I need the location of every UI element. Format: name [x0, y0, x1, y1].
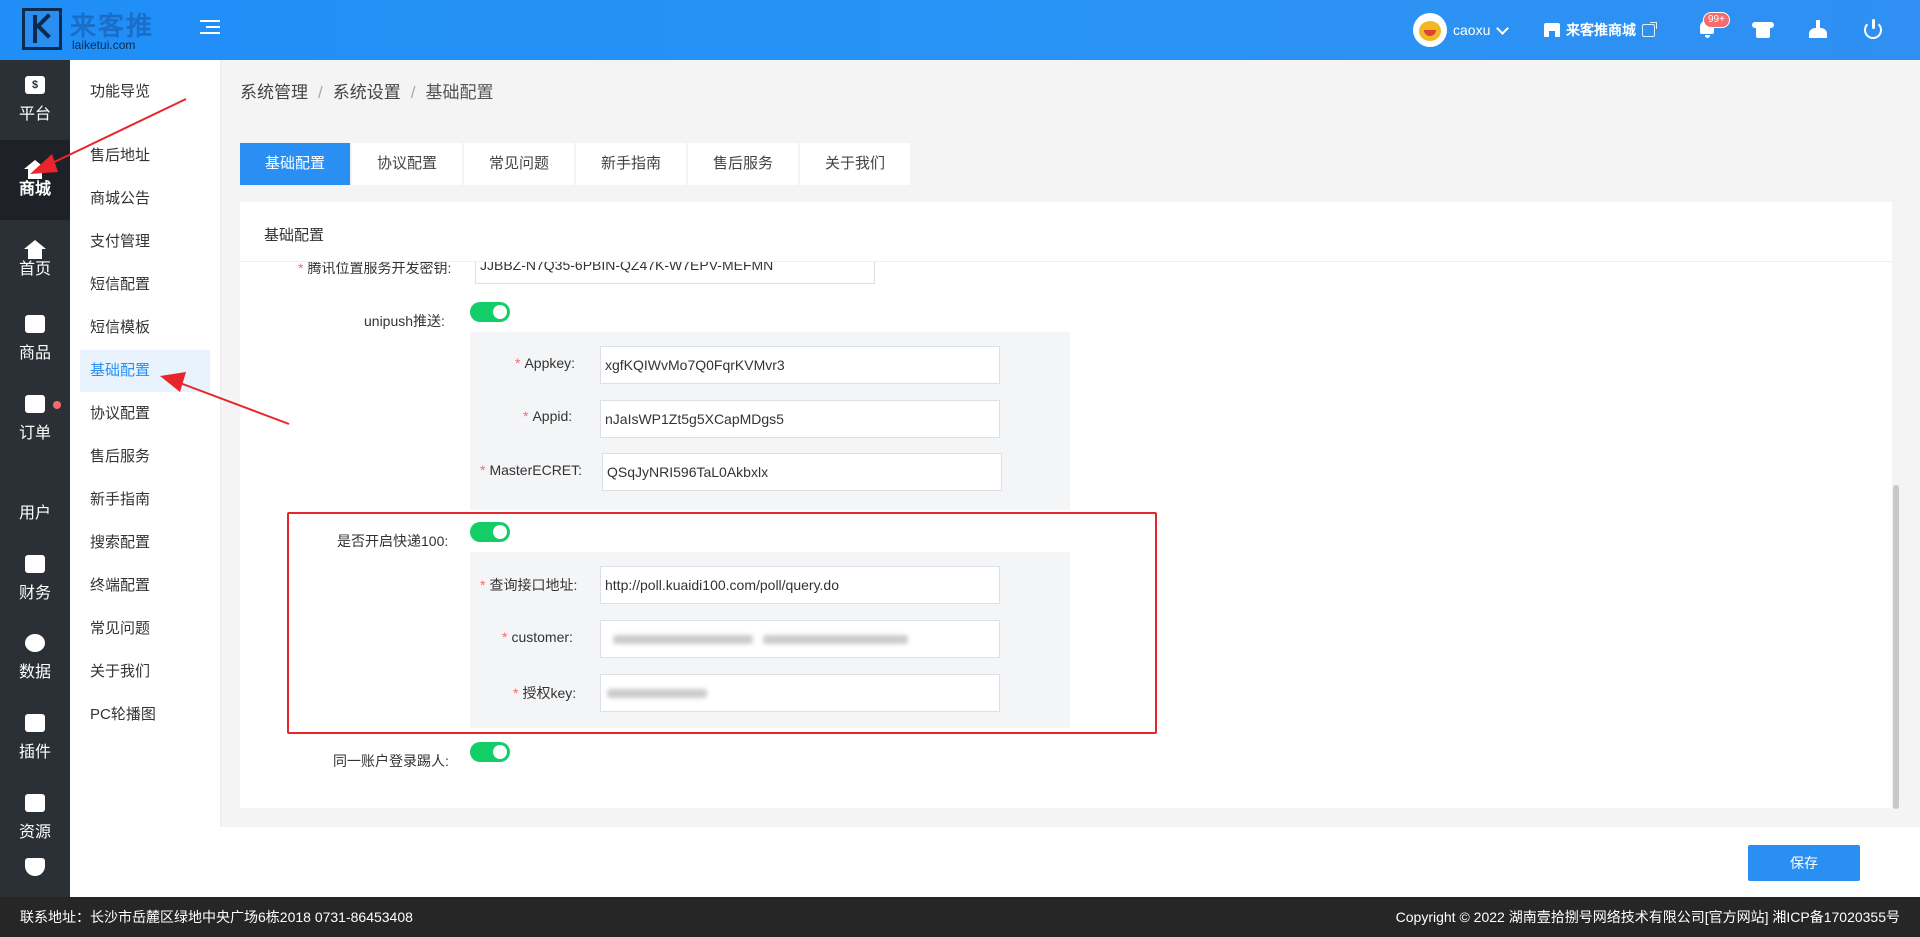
nav-item-platform[interactable]: $ 平台 [0, 60, 70, 140]
tab-beginner-guide[interactable]: 新手指南 [576, 143, 686, 185]
logo[interactable]: 来客推 laiketui.com [22, 8, 172, 52]
nav-item-users[interactable]: 用户 [0, 459, 70, 539]
nav-item-orders[interactable]: 订单 [0, 379, 70, 459]
master-secret-label: * MasterECRET: [480, 462, 583, 478]
tencent-key-input[interactable]: JJBBZ-N7Q35-6PBIN-QZ47K-W7EPV-MEFMN [475, 262, 875, 284]
sub-item-sms-config[interactable]: 短信配置 [80, 264, 210, 306]
home-icon [24, 239, 46, 259]
appkey-input[interactable]: xgfKQIWvMo7Q0FqrKVMvr3 [600, 346, 1000, 384]
sub-item-feature-guide[interactable]: 功能导览 [80, 71, 210, 113]
nav-item-mall[interactable]: 商城 [0, 139, 70, 220]
breadcrumb-separator: / [410, 83, 416, 102]
sub-item-payment[interactable]: 支付管理 [80, 221, 210, 263]
master-secret-input[interactable]: QSqJyNRI596TaL0Akbxlx [602, 453, 1002, 491]
clipboard-icon [25, 395, 45, 414]
pie-chart-icon [25, 634, 45, 653]
logo-mark [22, 8, 62, 50]
sub-nav: 功能导览 售后地址 商城公告 支付管理 短信配置 短信模板 基础配置 协议配置 … [70, 60, 221, 897]
footer-copyright: Copyright © 2022 湖南壹拾捌号网络技术有限公司[官方网站] 湘I… [1395, 909, 1900, 925]
config-tabs: 基础配置 协议配置 常见问题 新手指南 售后服务 关于我们 [240, 143, 910, 185]
sub-item-search-config[interactable]: 搜索配置 [80, 522, 210, 564]
puzzle-icon [25, 714, 45, 733]
nav-item-label: 插件 [18, 744, 51, 762]
kick-login-label: 同一账户登录踢人: [333, 753, 449, 769]
tab-about-us[interactable]: 关于我们 [800, 143, 910, 185]
breadcrumb-current: 基础配置 [425, 83, 494, 102]
external-link-icon [1642, 21, 1657, 37]
bag-icon [25, 315, 45, 334]
store-icon [1544, 23, 1560, 37]
footer-address: 联系地址：长沙市岳麓区绿地中央广场6栋2018 0731-86453408 [20, 909, 413, 925]
shirt-icon[interactable] [1752, 18, 1774, 40]
appkey-label: * Appkey: [515, 355, 576, 371]
chevron-down-icon [1496, 21, 1510, 35]
tab-faq[interactable]: 常见问题 [464, 143, 574, 185]
unipush-toggle[interactable] [470, 302, 510, 322]
appid-label: * Appid: [523, 408, 573, 424]
avatar [1413, 13, 1447, 47]
breadcrumb-separator: / [318, 83, 323, 102]
breadcrumb-root[interactable]: 系统管理 [240, 83, 308, 102]
top-header: 来客推 laiketui.com caoxu 来客推商城 99+ [0, 0, 1920, 60]
image-icon [25, 794, 45, 813]
nav-item-label: 用户 [18, 504, 51, 522]
action-bar [220, 827, 1920, 897]
breadcrumb: 系统管理 / 系统设置 / 基础配置 [240, 78, 493, 103]
broom-icon[interactable] [1807, 18, 1829, 40]
nav-item-label: 平台 [18, 105, 51, 123]
nav-item-label: 数据 [18, 664, 51, 682]
wallet-icon [25, 554, 45, 573]
tencent-key-label: * 腾讯位置服务开发密钥: [298, 262, 452, 276]
sub-item-terminal-config[interactable]: 终端配置 [80, 565, 210, 607]
nav-item-home[interactable]: 首页 [0, 220, 70, 300]
sub-item-aftersale-address[interactable]: 售后地址 [80, 135, 210, 177]
tab-agreement[interactable]: 协议配置 [352, 143, 462, 185]
nav-item-resources[interactable]: 资源 [0, 778, 70, 858]
nav-item-security[interactable] [0, 857, 70, 897]
sub-item-basic-config[interactable]: 基础配置 [80, 350, 210, 392]
nav-item-data[interactable]: 数据 [0, 619, 70, 699]
nav-item-finance[interactable]: 财务 [0, 539, 70, 619]
tab-aftersale[interactable]: 售后服务 [688, 143, 798, 185]
save-button[interactable]: 保存 [1748, 845, 1860, 881]
user-menu[interactable]: caoxu [1413, 12, 1510, 48]
sub-item-faq[interactable]: 常见问题 [80, 608, 210, 650]
footer: 联系地址：长沙市岳麓区绿地中央广场6栋2018 0731-86453408 Co… [0, 897, 1920, 937]
sub-item-aftersale-service[interactable]: 售后服务 [80, 436, 210, 478]
kick-login-toggle[interactable] [470, 742, 510, 762]
notification-badge: 99+ [1703, 12, 1730, 28]
nav-item-label: 资源 [18, 824, 51, 842]
store-link[interactable]: 来客推商城 [1544, 20, 1657, 40]
home-icon [24, 160, 46, 180]
sub-item-beginner-guide[interactable]: 新手指南 [80, 479, 210, 521]
sub-item-about-us[interactable]: 关于我们 [80, 651, 210, 693]
menu-toggle-icon[interactable] [200, 20, 220, 38]
tab-basic-config[interactable]: 基础配置 [240, 143, 350, 185]
nav-item-label: 订单 [18, 425, 51, 443]
main-nav: $ 平台 商城 首页 商品 订单 用户 财务 数据 插件 资源 [0, 60, 70, 897]
unipush-label: unipush推送: [364, 313, 445, 329]
store-label: 来客推商城 [1566, 22, 1636, 38]
tencent-row: * 腾讯位置服务开发密钥: JJBBZ-N7Q35-6PBIN-QZ47K-W7E… [240, 262, 1892, 292]
power-icon[interactable] [1862, 18, 1884, 40]
unread-dot [53, 401, 61, 410]
nav-item-goods[interactable]: 商品 [0, 299, 70, 379]
shield-icon [25, 857, 45, 876]
appid-input[interactable]: nJaIsWP1Zt5g5XCapMDgs5 [600, 400, 1000, 438]
user-name: caoxu [1453, 22, 1491, 38]
scrollbar[interactable] [1893, 485, 1899, 809]
sub-item-sms-template[interactable]: 短信模板 [80, 307, 210, 349]
nav-item-label: 财务 [18, 584, 51, 602]
sub-item-pc-carousel[interactable]: PC轮播图 [80, 694, 210, 736]
money-icon: $ [25, 75, 45, 94]
sub-item-agreement[interactable]: 协议配置 [80, 393, 210, 435]
logo-subtext: laiketui.com [72, 38, 136, 52]
nav-item-label: 商品 [18, 345, 51, 363]
highlight-box [287, 512, 1157, 734]
nav-item-plugins[interactable]: 插件 [0, 698, 70, 778]
panel-title: 基础配置 [264, 227, 325, 244]
breadcrumb-parent[interactable]: 系统设置 [333, 83, 401, 102]
sub-item-announcement[interactable]: 商城公告 [80, 178, 210, 220]
